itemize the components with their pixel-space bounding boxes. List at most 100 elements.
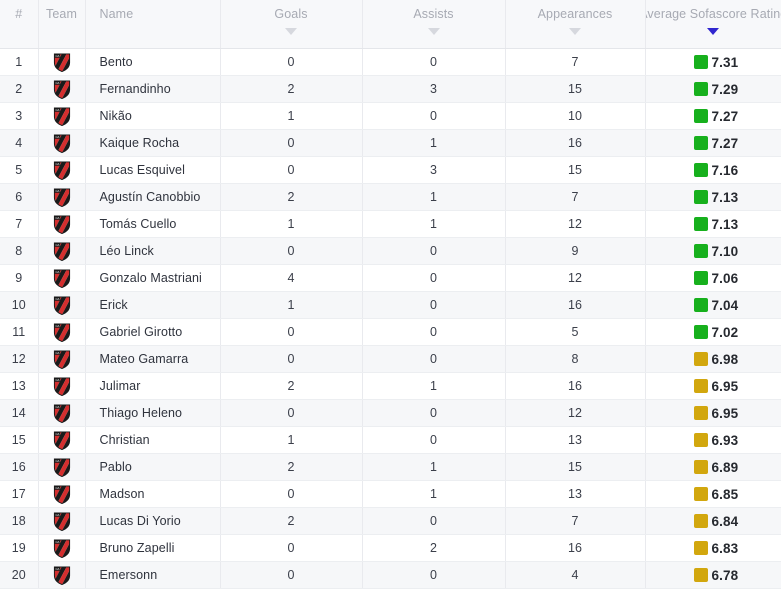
table-row[interactable]: 3 CA Nikão 1 0 10 7.27 xyxy=(0,102,781,130)
cell-team[interactable]: CA xyxy=(38,48,86,76)
sort-caret-icon[interactable] xyxy=(569,28,581,35)
appearances-value: 13 xyxy=(568,433,582,447)
cell-rank: 10 xyxy=(0,291,39,319)
table-row[interactable]: 7 CA Tomás Cuello 1 1 12 7.13 xyxy=(0,210,781,238)
cell-appearances: 7 xyxy=(505,507,646,535)
cell-team[interactable]: CA xyxy=(38,399,86,427)
cell-name[interactable]: Emersonn xyxy=(85,561,221,589)
svg-text:CA: CA xyxy=(55,324,59,328)
column-header-assists[interactable]: Assists xyxy=(362,0,506,49)
table-row[interactable]: 10 CA Erick 1 0 16 7.04 xyxy=(0,291,781,319)
cell-name[interactable]: Tomás Cuello xyxy=(85,210,221,238)
column-header-appearances[interactable]: Appearances xyxy=(505,0,646,49)
cell-goals: 2 xyxy=(220,507,363,535)
cell-name[interactable]: Julimar xyxy=(85,372,221,400)
column-header-rank[interactable]: # xyxy=(0,0,39,49)
goals-value: 2 xyxy=(287,460,295,474)
svg-text:CA: CA xyxy=(55,567,59,571)
table-row[interactable]: 2 CA Fernandinho 2 3 15 7.29 xyxy=(0,75,781,103)
cell-name[interactable]: Mateo Gamarra xyxy=(85,345,221,373)
rating-value: 7.04 xyxy=(711,297,739,313)
column-header-rating[interactable]: Average Sofascore Rating xyxy=(645,0,781,49)
cell-name[interactable]: Bento xyxy=(85,48,221,76)
cell-team[interactable]: CA xyxy=(38,345,86,373)
cell-team[interactable]: CA xyxy=(38,237,86,265)
svg-text:CA: CA xyxy=(55,540,59,544)
cell-name[interactable]: Lucas Esquivel xyxy=(85,156,221,184)
table-row[interactable]: 17 CA Madson 0 1 13 6.85 xyxy=(0,480,781,508)
cell-name[interactable]: Nikão xyxy=(85,102,221,130)
table-row[interactable]: 19 CA Bruno Zapelli 0 2 16 6.83 xyxy=(0,534,781,562)
table-row[interactable]: 16 CA Pablo 2 1 15 6.89 xyxy=(0,453,781,481)
cell-team[interactable]: CA xyxy=(38,102,86,130)
rank-value: 15 xyxy=(11,433,26,447)
cell-team[interactable]: CA xyxy=(38,480,86,508)
cell-name[interactable]: Agustín Canobbio xyxy=(85,183,221,211)
cell-team[interactable]: CA xyxy=(38,291,86,319)
table-row[interactable]: 15 CA Christian 1 0 13 6.93 xyxy=(0,426,781,454)
cell-assists: 3 xyxy=(362,75,506,103)
cell-rank: 17 xyxy=(0,480,39,508)
rating-wrap: 7.27 xyxy=(646,103,781,129)
cell-name[interactable]: Erick xyxy=(85,291,221,319)
rating-color-swatch xyxy=(693,217,708,231)
rank-value: 1 xyxy=(15,55,23,69)
cell-name[interactable]: Thiago Heleno xyxy=(85,399,221,427)
cell-team[interactable]: CA xyxy=(38,156,86,184)
cell-name[interactable]: Christian xyxy=(85,426,221,454)
rank-value: 12 xyxy=(11,352,26,366)
goals-value: 0 xyxy=(287,352,295,366)
table-row[interactable]: 6 CA Agustín Canobbio 2 1 7 7.13 xyxy=(0,183,781,211)
cell-team[interactable]: CA xyxy=(38,507,86,535)
cell-name[interactable]: Kaique Rocha xyxy=(85,129,221,157)
cell-name[interactable]: Bruno Zapelli xyxy=(85,534,221,562)
cell-team[interactable]: CA xyxy=(38,129,86,157)
player-name: Bruno Zapelli xyxy=(99,541,175,555)
cell-name[interactable]: Pablo xyxy=(85,453,221,481)
rating-color-swatch xyxy=(693,514,708,528)
cell-name[interactable]: Léo Linck xyxy=(85,237,221,265)
sort-caret-active-icon[interactable] xyxy=(707,28,720,35)
player-name: Julimar xyxy=(99,379,141,393)
cell-team[interactable]: CA xyxy=(38,426,86,454)
rating-color-swatch xyxy=(693,487,708,501)
table-row[interactable]: 8 CA Léo Linck 0 0 9 7.10 xyxy=(0,237,781,265)
cell-name[interactable]: Lucas Di Yorio xyxy=(85,507,221,535)
table-row[interactable]: 13 CA Julimar 2 1 16 6.95 xyxy=(0,372,781,400)
table-row[interactable]: 20 CA Emersonn 0 0 4 6.78 xyxy=(0,561,781,589)
cell-team[interactable]: CA xyxy=(38,534,86,562)
cell-assists: 0 xyxy=(362,237,506,265)
appearances-value: 15 xyxy=(568,163,582,177)
appearances-value: 7 xyxy=(571,190,579,204)
table-row[interactable]: 14 CA Thiago Heleno 0 0 12 6.95 xyxy=(0,399,781,427)
cell-team[interactable]: CA xyxy=(38,372,86,400)
cell-appearances: 12 xyxy=(505,399,646,427)
team-crest-wrap: CA xyxy=(39,319,85,345)
cell-name[interactable]: Gonzalo Mastriani xyxy=(85,264,221,292)
table-row[interactable]: 18 CA Lucas Di Yorio 2 0 7 6.84 xyxy=(0,507,781,535)
cell-goals: 0 xyxy=(220,156,363,184)
cell-team[interactable]: CA xyxy=(38,453,86,481)
cell-rank: 9 xyxy=(0,264,39,292)
rating-value: 7.27 xyxy=(711,108,739,124)
cell-team[interactable]: CA xyxy=(38,75,86,103)
player-name: Erick xyxy=(99,298,128,312)
cell-name[interactable]: Fernandinho xyxy=(85,75,221,103)
cell-team[interactable]: CA xyxy=(38,264,86,292)
table-row[interactable]: 5 CA Lucas Esquivel 0 3 15 7.16 xyxy=(0,156,781,184)
table-row[interactable]: 1 CA Bento 0 0 7 7.31 xyxy=(0,48,781,76)
sort-caret-icon[interactable] xyxy=(427,28,440,35)
table-row[interactable]: 9 CA Gonzalo Mastriani 4 0 12 7.06 xyxy=(0,264,781,292)
cell-team[interactable]: CA xyxy=(38,210,86,238)
cell-team[interactable]: CA xyxy=(38,318,86,346)
cell-team[interactable]: CA xyxy=(38,183,86,211)
cell-name[interactable]: Gabriel Girotto xyxy=(85,318,221,346)
sort-caret-icon[interactable] xyxy=(285,28,297,35)
table-row[interactable]: 11 CA Gabriel Girotto 0 0 5 7.02 xyxy=(0,318,781,346)
table-row[interactable]: 4 CA Kaique Rocha 0 1 16 7.27 xyxy=(0,129,781,157)
cell-name[interactable]: Madson xyxy=(85,480,221,508)
cell-team[interactable]: CA xyxy=(38,561,86,589)
table-row[interactable]: 12 CA Mateo Gamarra 0 0 8 6.98 xyxy=(0,345,781,373)
column-header-goals[interactable]: Goals xyxy=(220,0,363,49)
goals-value: 2 xyxy=(287,379,295,393)
